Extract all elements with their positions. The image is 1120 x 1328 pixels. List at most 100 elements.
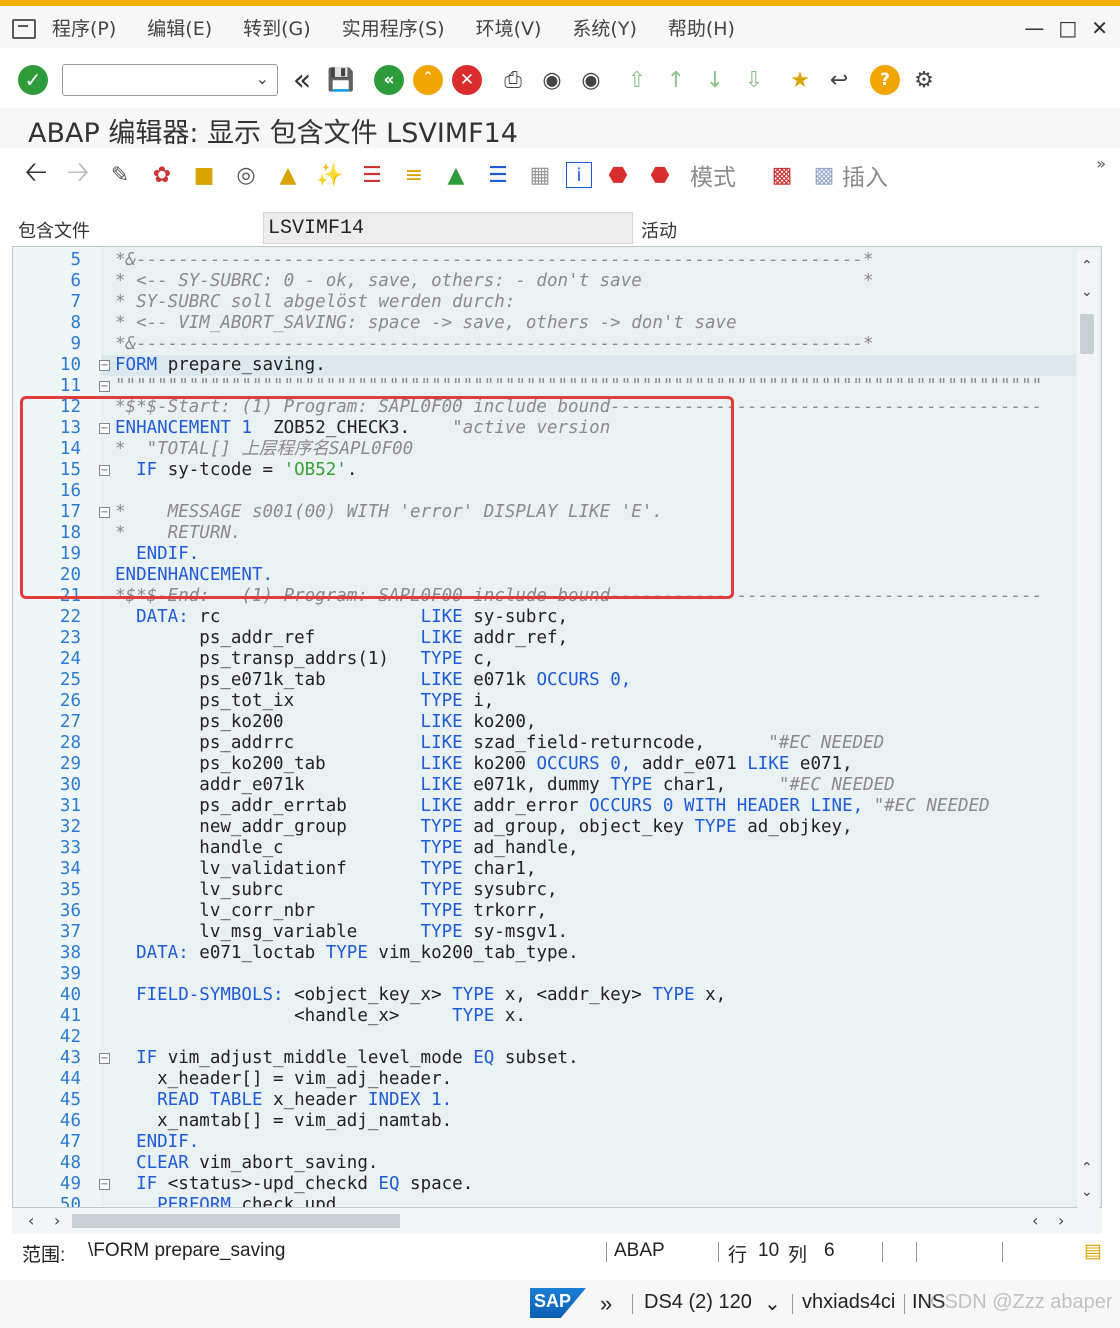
code-line[interactable]: * <-- VIM_ABORT_SAVING: space -> save, o… <box>101 313 1076 334</box>
back-icon[interactable]: « <box>374 65 404 95</box>
print-icon[interactable]: ⎙ <box>498 65 528 95</box>
more-icon[interactable]: » <box>1096 154 1106 173</box>
code-line[interactable]: ps_ko200 LIKE ko200, <box>101 712 1076 733</box>
scroll-right-end-icon[interactable]: › <box>1058 1211 1064 1230</box>
code-line[interactable]: lv_validationf TYPE char1, <box>101 859 1076 880</box>
menu-help[interactable]: 帮助(H) <box>668 14 735 41</box>
code-line[interactable]: handle_c TYPE ad_handle, <box>101 838 1076 859</box>
navigation-window-icon[interactable]: ≡ <box>398 159 430 191</box>
first-page-icon[interactable]: ⇧ <box>622 65 652 95</box>
menu-environment[interactable]: 环境(V) <box>476 14 542 41</box>
scroll-left-end-icon[interactable]: ‹ <box>1032 1211 1038 1230</box>
menu-goto[interactable]: 转到(G) <box>243 14 311 41</box>
display-change-icon[interactable]: ✎ <box>104 159 136 191</box>
code-line[interactable]: * <-- SY-SUBRC: 0 - ok, save, others: - … <box>101 271 1076 292</box>
code-line[interactable]: lv_subrc TYPE sysubrc, <box>101 880 1076 901</box>
code-line[interactable]: ps_e071k_tab LIKE e071k OCCURS 0, <box>101 670 1076 691</box>
code-line[interactable]: addr_e071k LIKE e071k, dummy TYPE char1,… <box>101 775 1076 796</box>
other-object-icon[interactable]: ✿ <box>146 159 178 191</box>
next-page-icon[interactable]: ↓ <box>700 65 730 95</box>
code-line[interactable]: lv_msg_variable TYPE sy-msgv1. <box>101 922 1076 943</box>
scroll-down-bottom-icon[interactable]: ⌄ <box>1081 1184 1093 1200</box>
code-area[interactable]: *&--------------------------------------… <box>101 247 1076 1207</box>
create-session-icon[interactable]: ★ <box>785 65 815 95</box>
find-icon[interactable]: ◉ <box>537 65 567 95</box>
menu-edit[interactable]: 编辑(E) <box>147 14 212 41</box>
code-line[interactable]: <handle_x> TYPE x. <box>101 1006 1076 1027</box>
code-line[interactable]: IF vim_adjust_middle_level_mode EQ subse… <box>101 1048 1076 1069</box>
horizontal-scroll-thumb[interactable] <box>72 1214 400 1228</box>
code-line[interactable]: PERFORM check_upd. <box>101 1195 1076 1207</box>
code-line[interactable]: *&--------------------------------------… <box>101 334 1076 355</box>
code-editor[interactable]: *&--------------------------------------… <box>12 246 1102 1208</box>
notes-icon[interactable]: ▤ <box>1084 1240 1102 1263</box>
check-icon[interactable]: ■ <box>188 159 220 191</box>
code-line[interactable]: ps_transp_addrs(1) TYPE c, <box>101 649 1076 670</box>
info-icon[interactable]: i <box>566 162 592 188</box>
previous-page-icon[interactable]: ↑ <box>661 65 691 95</box>
expand-status-icon[interactable]: » <box>600 1291 612 1317</box>
stop-breakpoint-icon[interactable]: ⬣ <box>602 159 634 191</box>
activate-icon[interactable]: ◎ <box>230 159 262 191</box>
code-line[interactable]: ps_addr_errtab LIKE addr_error OCCURS 0 … <box>101 796 1076 817</box>
pattern-icon[interactable]: ▩ <box>766 159 798 191</box>
scroll-up-icon[interactable]: ⌃ <box>1081 258 1093 274</box>
system-dropdown-icon[interactable]: ⌄ <box>764 1291 781 1316</box>
code-line[interactable]: CLEAR vim_abort_saving. <box>101 1153 1076 1174</box>
scroll-left-icon[interactable]: ‹ <box>28 1211 34 1230</box>
vertical-scroll-thumb[interactable] <box>1080 314 1094 354</box>
code-line[interactable]: READ TABLE x_header INDEX 1. <box>101 1090 1076 1111</box>
code-line[interactable]: """"""""""""""""""""""""""""""""""""""""… <box>101 376 1076 397</box>
code-line[interactable]: ps_ko200_tab LIKE ko200 OCCURS 0, addr_e… <box>101 754 1076 775</box>
minimize-icon[interactable]: — <box>1024 16 1044 40</box>
object-list-icon[interactable]: ☰ <box>356 159 388 191</box>
code-line[interactable]: x_namtab[] = vim_adj_namtab. <box>101 1111 1076 1132</box>
scroll-right-icon[interactable]: › <box>54 1211 60 1230</box>
code-line[interactable]: FIELD-SYMBOLS: <object_key_x> TYPE x, <a… <box>101 985 1076 1006</box>
code-line[interactable] <box>101 964 1076 985</box>
command-input[interactable] <box>67 66 247 94</box>
fold-toggle-icon[interactable]: − <box>99 1053 110 1064</box>
test-icon[interactable]: ▲ <box>272 159 304 191</box>
mode-button[interactable]: 模式 <box>690 158 736 192</box>
settings-gear-icon[interactable]: ⚙ <box>909 65 939 95</box>
fold-toggle-icon[interactable]: − <box>99 1179 110 1190</box>
code-line[interactable]: DATA: e071_loctab TYPE vim_ko200_tab_typ… <box>101 943 1076 964</box>
code-line[interactable]: ENDIF. <box>101 1132 1076 1153</box>
shortcut-icon[interactable]: ↩ <box>824 65 854 95</box>
scroll-down-icon[interactable]: ⌄ <box>1081 284 1093 300</box>
menu-utilities[interactable]: 实用程序(S) <box>342 14 445 41</box>
app-menu-icon[interactable] <box>10 16 38 39</box>
arrow-forward-icon[interactable]: 🡢 <box>62 155 94 191</box>
save-icon[interactable]: 💾 <box>326 65 356 95</box>
code-line[interactable]: FORM prepare_saving. <box>101 355 1076 376</box>
history-back-icon[interactable]: « <box>287 63 317 98</box>
code-line[interactable]: ps_addr_ref LIKE addr_ref, <box>101 628 1076 649</box>
vertical-scrollbar[interactable]: ⌃ ⌄ ⌃ ⌄ <box>1077 250 1099 1208</box>
help-icon[interactable]: ? <box>870 65 900 95</box>
stack-icon[interactable]: ☰ <box>482 159 514 191</box>
fold-toggle-icon[interactable]: − <box>99 360 110 371</box>
menu-program[interactable]: 程序(P) <box>52 14 116 41</box>
where-used-icon[interactable]: ✨ <box>314 159 346 191</box>
insert-button[interactable]: 插入 <box>842 158 888 192</box>
chevron-down-icon[interactable]: ⌄ <box>256 69 269 88</box>
code-line[interactable]: lv_corr_nbr TYPE trkorr, <box>101 901 1076 922</box>
command-field[interactable]: ⌄ <box>62 64 278 96</box>
maximize-icon[interactable]: □ <box>1058 16 1077 40</box>
fold-toggle-icon[interactable]: − <box>99 381 110 392</box>
code-line[interactable]: DATA: rc LIKE sy-subrc, <box>101 607 1076 628</box>
enter-check-icon[interactable]: ✓ <box>18 65 48 95</box>
menu-system[interactable]: 系统(Y) <box>572 14 636 41</box>
horizontal-scrollbar[interactable]: ‹ › ‹ › <box>12 1208 1102 1234</box>
code-line[interactable] <box>101 1027 1076 1048</box>
insert-icon[interactable]: ▩ <box>808 159 840 191</box>
code-line[interactable]: ps_addrrc LIKE szad_field-returncode, "#… <box>101 733 1076 754</box>
close-window-icon[interactable]: ✕ <box>1091 16 1108 40</box>
cancel-icon[interactable]: ✕ <box>452 65 482 95</box>
code-line[interactable]: x_header[] = vim_adj_header. <box>101 1069 1076 1090</box>
code-line[interactable]: *&--------------------------------------… <box>101 250 1076 271</box>
code-line[interactable]: new_addr_group TYPE ad_group, object_key… <box>101 817 1076 838</box>
user-breakpoint-icon[interactable]: ⬣ <box>644 159 676 191</box>
code-line[interactable]: ps_tot_ix TYPE i, <box>101 691 1076 712</box>
